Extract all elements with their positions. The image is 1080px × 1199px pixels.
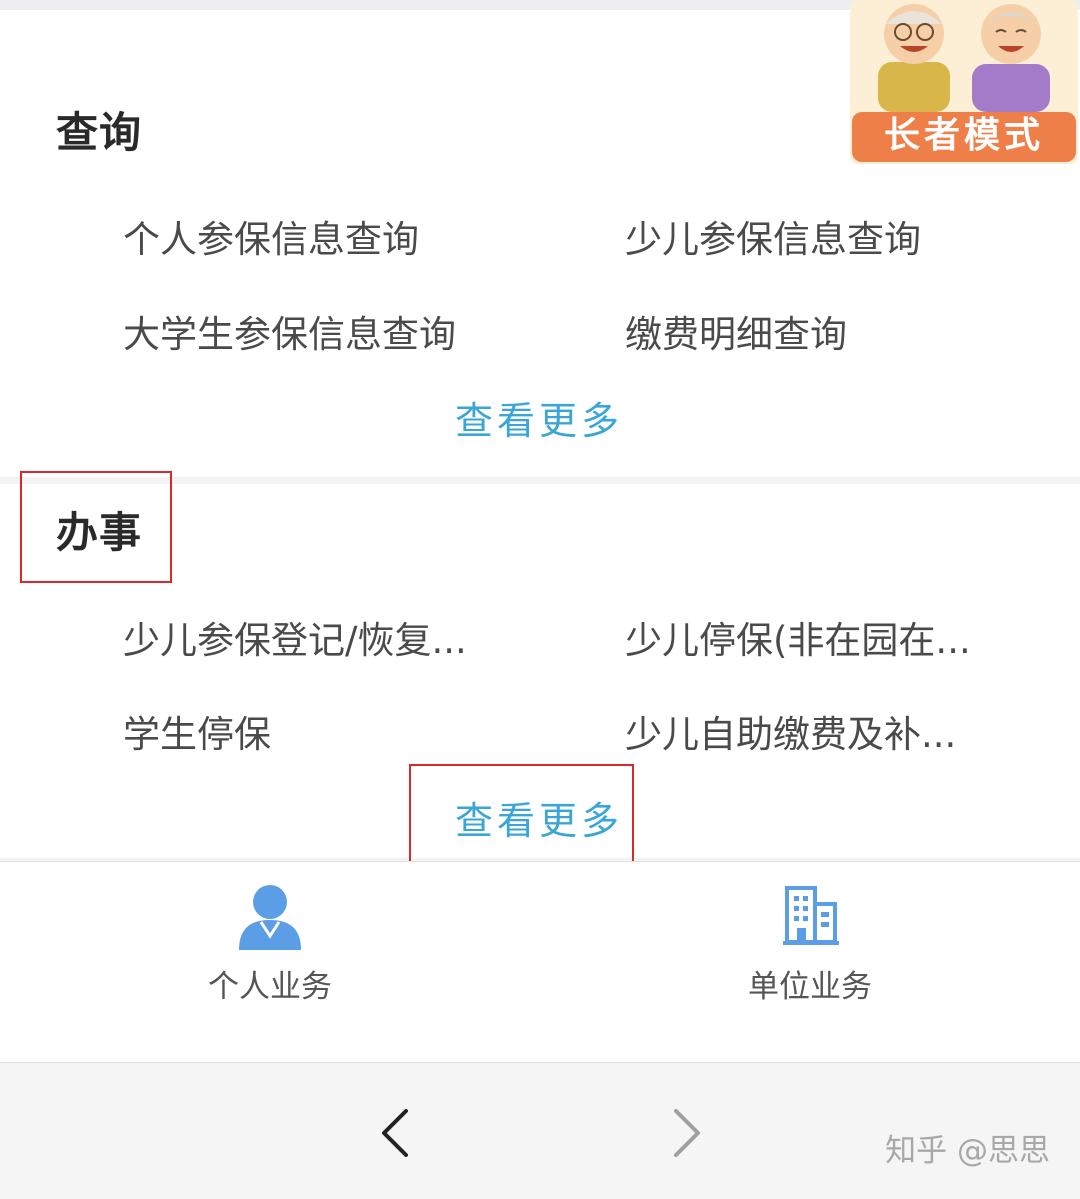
affairs-item-child-registration[interactable]: 少儿参保登记/恢复...: [123, 622, 467, 659]
forward-button[interactable]: [666, 1103, 706, 1163]
elder-mode-button[interactable]: 长者模式: [848, 0, 1080, 168]
affairs-item-student-suspend[interactable]: 学生停保: [123, 716, 271, 753]
affairs-item-child-suspend[interactable]: 少儿停保(非在园在...: [625, 622, 971, 659]
building-icon: [783, 886, 839, 945]
person-icon: [239, 885, 301, 950]
query-more-link[interactable]: 查看更多: [455, 402, 623, 440]
elder-mode-label: 长者模式: [883, 115, 1044, 156]
chevron-right-icon: [674, 1109, 700, 1157]
affairs-item-child-self-payment[interactable]: 少儿自助缴费及补...: [625, 716, 956, 753]
bottom-tab-bar: 个人业务 单位业务: [0, 861, 1080, 1062]
tab-unit-business[interactable]: 单位业务: [540, 862, 1080, 1062]
query-item-personal-insurance[interactable]: 个人参保信息查询: [123, 221, 419, 258]
affairs-section: 办事 少儿参保登记/恢复... 少儿停保(非在园在... 学生停保 少儿自助缴费…: [0, 484, 1080, 858]
watermark-text: 知乎 @思思: [885, 1133, 1050, 1169]
back-button[interactable]: [376, 1103, 416, 1163]
tab-unit-business-label: 单位业务: [748, 969, 872, 1005]
tab-personal-business-label: 个人业务: [208, 969, 332, 1005]
query-section-title: 查询: [56, 108, 143, 157]
query-item-student-insurance[interactable]: 大学生参保信息查询: [123, 316, 456, 353]
chevron-left-icon: [382, 1109, 408, 1157]
tab-personal-business[interactable]: 个人业务: [0, 862, 540, 1062]
affairs-section-title: 办事: [56, 508, 143, 557]
affairs-more-link[interactable]: 查看更多: [455, 802, 623, 840]
browser-nav-bar: 知乎 @思思: [0, 1062, 1080, 1199]
query-item-payment-details[interactable]: 缴费明细查询: [625, 316, 847, 353]
query-item-child-insurance[interactable]: 少儿参保信息查询: [625, 221, 921, 258]
